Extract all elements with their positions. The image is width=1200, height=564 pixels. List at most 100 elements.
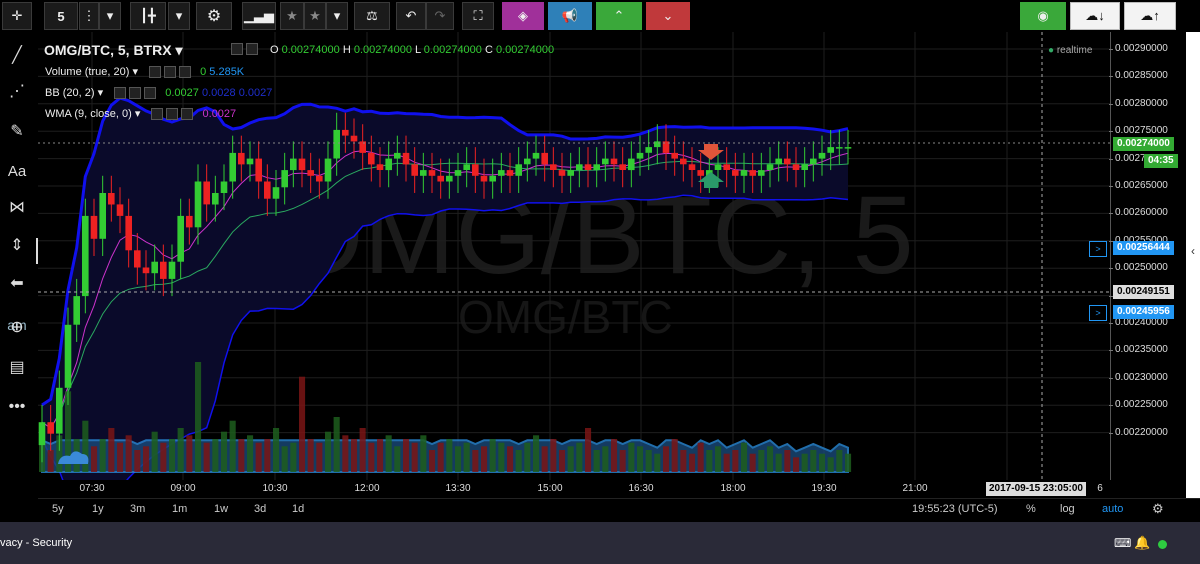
close-icon[interactable] xyxy=(144,87,157,100)
alert-marker-2[interactable]: > xyxy=(1089,305,1107,321)
gear-icon[interactable] xyxy=(129,87,142,100)
text-tool[interactable]: Aa xyxy=(0,156,34,186)
undo-button[interactable]: ↶ xyxy=(396,2,426,30)
range-button-3d[interactable]: 3d xyxy=(254,503,266,515)
zoom-tool[interactable]: ⊕ xyxy=(0,312,34,342)
volume-bar xyxy=(680,450,687,472)
favorites-dropdown[interactable]: ▾ xyxy=(326,2,348,30)
bb-label[interactable]: BB (20, 2) xyxy=(45,87,95,99)
pitchfork-tool[interactable]: ⋰ xyxy=(0,76,34,106)
chevron-down-icon[interactable]: ▾ xyxy=(135,108,141,120)
chevron-down-icon[interactable]: ▾ xyxy=(132,66,138,78)
time-axis-label: 18:00 xyxy=(720,483,746,494)
candle-body xyxy=(558,170,566,176)
eye-icon[interactable] xyxy=(231,43,243,56)
volume-bar xyxy=(767,446,774,472)
low-value: 0.00274000 xyxy=(423,44,482,56)
measure-tool[interactable]: ⇕ xyxy=(0,230,34,260)
status-light-icon[interactable] xyxy=(1158,540,1167,549)
auto-scale-toggle[interactable]: auto xyxy=(1102,503,1123,515)
remove-tool[interactable]: ⬅ xyxy=(0,268,34,298)
log-toggle[interactable]: log xyxy=(1060,503,1075,515)
price-axis-label: 0.00280000 xyxy=(1109,97,1168,109)
redo-button[interactable]: ↷ xyxy=(426,2,454,30)
price-axis-label: 0.00285000 xyxy=(1109,70,1168,82)
volume-bar xyxy=(706,450,713,472)
keyboard-icon[interactable]: ⌨ xyxy=(1114,536,1131,550)
brush-tool[interactable]: ✎ xyxy=(0,116,34,146)
chart-pane[interactable]: OMG/BTC, 5 OMG/BTC OMG/BTC, 5, BTRX ▾ O … xyxy=(38,32,1110,480)
trend-line-tool[interactable]: ╱ xyxy=(0,40,34,70)
interval-menu-button[interactable]: ⋮ xyxy=(79,2,99,30)
candle-body xyxy=(827,147,834,153)
pattern-tool[interactable]: ⋈ xyxy=(0,192,34,222)
range-button-1m[interactable]: 1m xyxy=(172,503,187,515)
volume-bar xyxy=(47,450,54,472)
save-chart-button[interactable]: ☁↑ xyxy=(1124,2,1176,30)
compare-button[interactable]: ⚖ xyxy=(354,2,390,30)
candle-body xyxy=(515,164,522,176)
fullscreen-button[interactable]: ⛶ xyxy=(462,2,494,30)
alert-price-tag-2[interactable]: 0.00245956 xyxy=(1113,305,1174,319)
wma-label[interactable]: WMA (9, close, 0) xyxy=(45,108,132,120)
time-axis-label: 13:30 xyxy=(445,483,471,494)
chart-symbol[interactable]: OMG/BTC, 5, BTRX xyxy=(44,42,172,58)
alert-marker-1[interactable]: > xyxy=(1089,241,1107,257)
close-icon[interactable] xyxy=(181,108,194,121)
favorites-button[interactable]: ★ xyxy=(304,2,326,30)
volume-bar xyxy=(437,442,444,472)
settings-button[interactable]: ⚙ xyxy=(1152,501,1164,517)
clock[interactable]: 19:55:23 (UTC-5) xyxy=(912,503,998,515)
gear-icon[interactable] xyxy=(164,66,177,79)
indicators-button[interactable]: ▁▃▅ xyxy=(242,2,276,30)
scroll-down-button[interactable]: ⌄ xyxy=(646,2,690,30)
interval-dropdown[interactable]: ▾ xyxy=(99,2,121,30)
range-button-3m[interactable]: 3m xyxy=(130,503,145,515)
range-button-1y[interactable]: 1y xyxy=(92,503,104,515)
close-icon[interactable] xyxy=(179,66,192,79)
chevron-left-icon[interactable]: ‹ xyxy=(1186,238,1200,264)
volume-bar xyxy=(195,362,202,472)
candle-body xyxy=(220,181,228,193)
bell-icon[interactable]: 🔔 xyxy=(1134,535,1150,551)
taskbar-window-title[interactable]: vacy - Security xyxy=(0,537,72,549)
volume-bar xyxy=(351,439,358,472)
time-axis[interactable]: 07:30 09:00 10:30 12:00 13:30 15:00 16:30 18:00… xyxy=(38,480,1110,498)
range-button-5y[interactable]: 5y xyxy=(52,503,64,515)
chevron-down-icon[interactable]: ▾ xyxy=(98,87,104,99)
crosshair-tool-button[interactable]: ✛ xyxy=(2,2,32,30)
settings-button[interactable]: ⚙ xyxy=(196,2,232,30)
eye-icon[interactable] xyxy=(151,108,164,121)
eye-icon[interactable] xyxy=(149,66,162,79)
chart-type-dropdown[interactable]: ▾ xyxy=(168,2,190,30)
candle-body xyxy=(428,170,436,176)
chevron-down-icon[interactable]: ▾ xyxy=(175,42,182,58)
snapshot-button[interactable]: ◉ xyxy=(1020,2,1066,30)
more-tools-button[interactable]: ••• xyxy=(0,392,34,422)
eye-icon[interactable] xyxy=(114,87,127,100)
zoom-icon: ⊕ xyxy=(10,319,24,336)
load-chart-button[interactable]: ☁↓ xyxy=(1070,2,1120,30)
volume-bar xyxy=(611,439,618,472)
range-button-1d[interactable]: 1d xyxy=(292,503,304,515)
volume-bar xyxy=(515,450,522,472)
interval-button[interactable]: 5 xyxy=(44,2,78,30)
range-button-1w[interactable]: 1w xyxy=(214,503,228,515)
ruler-tool[interactable]: ▤ xyxy=(0,352,34,382)
alert-price-tag-1[interactable]: 0.00256444 xyxy=(1113,241,1174,255)
gear-icon[interactable] xyxy=(246,43,258,56)
candle-body xyxy=(680,158,687,165)
volume-label[interactable]: Volume (true, 20) xyxy=(45,66,129,78)
cube-button[interactable]: ◈ xyxy=(502,2,544,30)
candle-body xyxy=(688,164,696,170)
percent-toggle[interactable]: % xyxy=(1026,503,1036,515)
price-axis[interactable]: 0.00290000 0.00285000 0.00280000 0.00275000… xyxy=(1109,32,1187,480)
favorite-button[interactable]: ★ xyxy=(280,2,304,30)
scroll-up-button[interactable]: ⌃ xyxy=(596,2,642,30)
chart-type-button[interactable]: ┃╋ xyxy=(130,2,166,30)
volume-bar xyxy=(290,442,297,472)
volume-bar xyxy=(827,457,834,472)
gear-icon[interactable] xyxy=(166,108,179,121)
candle-body xyxy=(359,141,366,153)
announcement-button[interactable]: 📢 xyxy=(548,2,592,30)
